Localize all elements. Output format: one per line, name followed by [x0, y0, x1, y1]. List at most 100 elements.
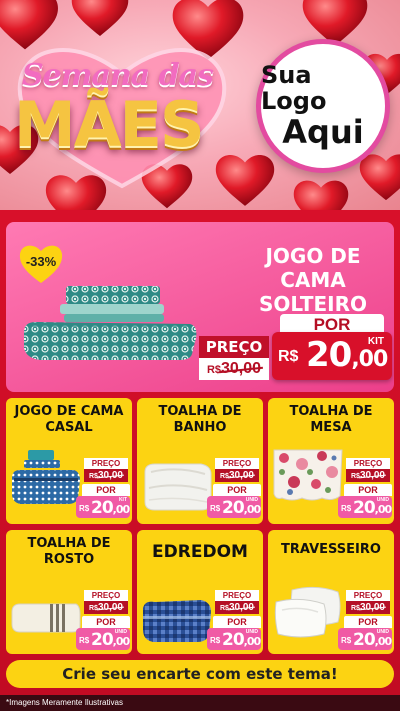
price-int: 20: [222, 498, 245, 518]
price-currency: R$: [341, 504, 352, 513]
por-label: POR: [213, 616, 261, 628]
old-price-amount: 30,00: [221, 360, 262, 377]
price-value: 20,00: [222, 630, 261, 650]
old-price-label: PREÇO: [215, 590, 259, 601]
price-currency: R$: [341, 636, 352, 645]
heart-balloon-icon: [70, 0, 130, 38]
por-label: POR: [82, 616, 130, 628]
product-title: TOALHA DE MESA: [289, 404, 373, 435]
old-price-block: PREÇO R$30,00: [215, 590, 259, 614]
price-int: 20: [353, 630, 376, 650]
disclaimer-text: *Imagens Meramente Ilustrativas: [6, 698, 123, 707]
price-int: 20: [222, 630, 245, 650]
price-cents: ,00: [374, 635, 392, 648]
price-cents: ,00: [112, 503, 130, 516]
price-currency: R$: [79, 504, 90, 513]
old-price-amount: 30,00: [97, 602, 123, 613]
product-title: JOGO DE CAMA CASAL: [14, 404, 124, 435]
price-cents: ,00: [243, 503, 261, 516]
comforter-image: [141, 586, 213, 648]
price-int: 20: [353, 498, 376, 518]
price-value: 20,00: [91, 498, 130, 518]
old-price-value: R$30,00: [346, 469, 390, 482]
old-price-value: R$30,00: [84, 601, 128, 614]
price-currency: R$: [79, 636, 90, 645]
product-card[interactable]: TOALHA DE ROSTO PREÇO R$30,00 POR UNID R…: [6, 530, 132, 654]
old-price-block: PREÇO R$30,00: [215, 458, 259, 482]
old-price-block: PREÇO R$30,00: [84, 590, 128, 614]
brand-line-2: Aqui: [282, 112, 364, 151]
new-price-tag: UNID R$ 20,00: [338, 496, 392, 518]
product-card[interactable]: TOALHA DE MESA PREÇO R$30,00 POR UNID R$…: [268, 398, 394, 524]
old-price-amount: 30,00: [359, 470, 385, 481]
old-price-value: R$30,00: [199, 358, 269, 380]
product-card[interactable]: TRAVESSEIRO PREÇO R$30,00 POR UNID R$ 20…: [268, 530, 394, 654]
old-price-label: PREÇO: [215, 458, 259, 469]
old-price-label: PREÇO: [84, 590, 128, 601]
price-cents: ,00: [112, 635, 130, 648]
brand-logo-placeholder[interactable]: Sua Logo Aqui: [256, 39, 390, 173]
new-price-tag: UNID R$ 20,00: [338, 628, 392, 650]
new-price-tag: KIT R$ 20,00: [272, 332, 392, 380]
price-int: 20: [91, 630, 114, 650]
new-price-tag: KIT R$ 20,00: [76, 496, 130, 518]
old-price-value: R$30,00: [215, 601, 259, 614]
old-price-value: R$30,00: [346, 601, 390, 614]
discount-text: -33%: [25, 254, 57, 269]
bath-towel-image: [141, 452, 213, 514]
logo-title-text: MÃES: [14, 88, 205, 161]
tablecloth-image: [272, 442, 344, 504]
new-price-tag: UNID R$ 20,00: [207, 628, 261, 650]
old-price-value: R$30,00: [215, 469, 259, 482]
pillow-image: [272, 580, 344, 642]
product-card[interactable]: TOALHA DE BANHO PREÇO R$30,00 POR UNID R…: [137, 398, 263, 524]
old-price-label: PREÇO: [346, 590, 390, 601]
price-value: 20,00: [222, 498, 261, 518]
offers-section: -33% JOGO DE CAMA SOLTEIRO PREÇO R$30,00…: [0, 210, 400, 695]
product-card[interactable]: EDREDOM PREÇO R$30,00 POR UNID R$ 20,00: [137, 530, 263, 654]
new-price-tag: UNID R$ 20,00: [76, 628, 130, 650]
por-label: POR: [82, 484, 130, 496]
price-currency: R$: [210, 636, 221, 645]
heart-balloon-icon: [292, 176, 350, 210]
product-title: TRAVESSEIRO: [281, 542, 381, 557]
price-currency: R$: [210, 504, 221, 513]
brand-line-1: Sua Logo: [261, 61, 327, 116]
old-price-block: PREÇO R$30,00: [346, 590, 390, 614]
product-title: EDREDOM: [152, 542, 248, 562]
old-price-amount: 30,00: [359, 602, 385, 613]
face-towel-image: [10, 586, 82, 648]
product-title: TOALHA DE BANHO: [158, 404, 242, 435]
product-card[interactable]: JOGO DE CAMA CASAL PREÇO R$30,00 POR KIT…: [6, 398, 132, 524]
por-label: POR: [344, 484, 392, 496]
old-price-block: PREÇO R$30,00: [346, 458, 390, 482]
price-int: 20: [91, 498, 114, 518]
por-label: POR: [213, 484, 261, 496]
new-price-tag: UNID R$ 20,00: [207, 496, 261, 518]
hero-banner: Semana das MÃES Sua Logo Aqui: [0, 0, 400, 210]
price-value: 20,00: [353, 498, 392, 518]
bed-sheet-image: [10, 448, 82, 510]
old-price-amount: 30,00: [228, 470, 254, 481]
price-value: 20,00: [91, 630, 130, 650]
old-price-label: PREÇO: [84, 458, 128, 469]
old-price-currency: R$: [206, 364, 221, 376]
price-currency: R$: [278, 348, 299, 365]
featured-offer-card[interactable]: -33% JOGO DE CAMA SOLTEIRO PREÇO R$30,00…: [6, 222, 394, 392]
create-flyer-button[interactable]: Crie seu encarte com este tema!: [6, 660, 394, 688]
old-price-value: R$30,00: [84, 469, 128, 482]
old-price-label: PREÇO: [346, 458, 390, 469]
featured-title: JOGO DE CAMA SOLTEIRO: [259, 244, 367, 316]
old-price-block: PREÇO R$30,00: [199, 336, 269, 380]
price-cents: ,00: [351, 347, 388, 372]
discount-badge: -33%: [18, 242, 64, 284]
por-label: POR: [344, 616, 392, 628]
bed-sheet-set-image: [20, 284, 200, 362]
price-int: 20: [306, 335, 352, 375]
price-value: 20,00: [353, 630, 392, 650]
old-price-label: PREÇO: [199, 336, 269, 358]
old-price-block: PREÇO R$30,00: [84, 458, 128, 482]
price-value: 20,00: [306, 335, 388, 375]
price-cents: ,00: [374, 503, 392, 516]
footer: *Imagens Meramente Ilustrativas: [0, 695, 400, 711]
